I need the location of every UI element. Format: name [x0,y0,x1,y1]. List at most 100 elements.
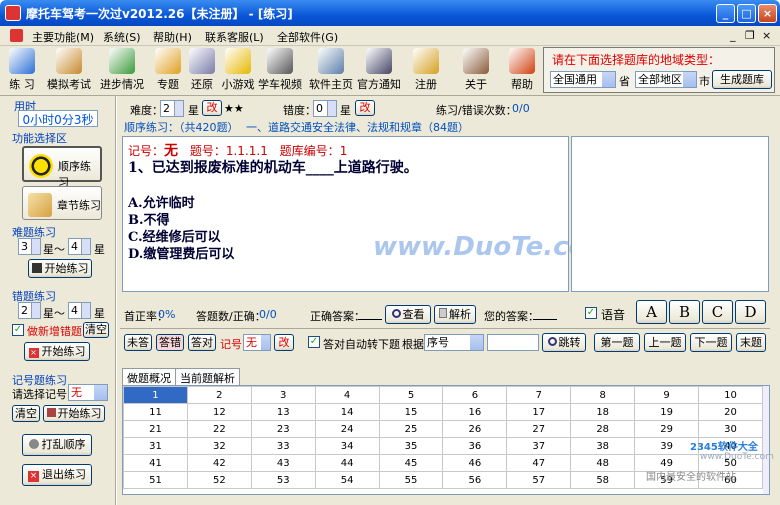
change-difficulty-button[interactable]: 改 [202,100,222,116]
next-question-button[interactable]: 下一题 [690,333,732,352]
question-cell[interactable]: 32 [186,437,252,455]
jump-button[interactable]: 跳转 [542,333,586,352]
start-difficulty-practice-button[interactable]: 开始练习 [28,259,92,278]
jump-input[interactable] [487,334,539,351]
question-cell[interactable]: 20 [698,403,763,421]
add-wrong-checkbox[interactable]: ✓ [12,324,24,336]
toolbar-video[interactable]: 学车视频 [258,48,302,94]
toolbar-about[interactable]: 关于 [462,48,490,94]
question-cell[interactable]: 39 [634,437,700,455]
question-cell[interactable]: 30 [698,420,763,438]
wrong-to-spinner[interactable]: 4 [68,302,91,319]
last-question-button[interactable]: 末题 [736,333,766,352]
menu-main[interactable]: 主要功能(M) [32,29,94,45]
change-mark-button[interactable]: 改 [274,334,294,351]
question-cell[interactable]: 42 [186,454,252,472]
question-cell[interactable]: 52 [186,471,252,489]
filter-wrong-button[interactable]: 答错 [156,334,184,351]
question-cell[interactable]: 48 [570,454,636,472]
question-cell[interactable]: 19 [634,403,700,421]
question-cell[interactable]: 16 [442,403,508,421]
answer-d-button[interactable]: D [735,300,766,324]
question-cell[interactable]: 56 [442,471,508,489]
question-cell[interactable]: 44 [314,454,380,472]
mdi-restore[interactable]: ❐ [745,29,755,42]
answer-c-button[interactable]: C [702,300,733,324]
start-mark-practice-button[interactable]: 开始练习 [43,405,105,422]
toolbar-help[interactable]: 帮助 [508,48,536,94]
question-cell[interactable]: 47 [506,454,572,472]
mdi-minimize[interactable]: _ [730,29,736,42]
shuffle-button[interactable]: 打乱顺序 [22,434,92,456]
question-cell[interactable]: 53 [250,471,316,489]
question-cell[interactable]: 24 [314,420,380,438]
question-cell[interactable]: 15 [378,403,444,421]
question-cell[interactable]: 3 [250,386,316,404]
answer-b-button[interactable]: B [669,300,700,324]
filter-unanswered-button[interactable]: 未答 [124,334,152,351]
wrong-from-spinner[interactable]: 2 [18,302,41,319]
question-cell[interactable]: 54 [314,471,380,489]
mark-select[interactable]: 无 [68,384,108,401]
question-cell[interactable]: 8 [570,386,636,404]
question-cell[interactable]: 41 [123,454,188,472]
menu-help[interactable]: 帮助(H) [153,29,192,45]
voice-checkbox[interactable]: ✓ [585,307,597,319]
question-cell[interactable]: 33 [250,437,316,455]
question-cell[interactable]: 45 [378,454,444,472]
minimize-button[interactable]: _ [716,4,735,23]
city-select[interactable]: 全部地区 [635,71,697,88]
question-cell[interactable]: 35 [378,437,444,455]
menu-all-software[interactable]: 全部软件(G) [277,29,338,45]
question-cell[interactable]: 14 [314,403,380,421]
question-cell[interactable]: 43 [250,454,316,472]
question-cell[interactable]: 5 [378,386,444,404]
generate-bank-button[interactable]: 生成题库 [712,70,772,89]
question-cell[interactable]: 18 [570,403,636,421]
answer-a-button[interactable]: A [636,300,667,324]
question-cell[interactable]: 37 [506,437,572,455]
maximize-button[interactable]: □ [737,4,756,23]
question-cell[interactable]: 38 [570,437,636,455]
question-cell[interactable]: 11 [123,403,188,421]
question-cell[interactable]: 51 [123,471,188,489]
question-cell[interactable]: 2 [186,386,252,404]
question-cell[interactable]: 1 [123,386,188,404]
question-cell[interactable]: 22 [186,420,252,438]
start-wrong-practice-button[interactable]: × 开始练习 [24,342,90,361]
view-answer-button[interactable]: 查看 [385,305,431,324]
toolbar-progress[interactable]: 进步情况 [98,48,146,94]
toolbar-notice[interactable]: 官方通知 [356,48,402,94]
question-cell[interactable]: 9 [634,386,700,404]
question-cell[interactable]: 58 [570,471,636,489]
prev-question-button[interactable]: 上一题 [644,333,686,352]
question-cell[interactable]: 13 [250,403,316,421]
menu-contact[interactable]: 联系客服(L) [205,29,264,45]
toolbar-exam[interactable]: 模拟考试 [46,48,92,94]
close-button[interactable]: × [758,4,777,23]
chapter-practice-button[interactable]: 章节练习 [22,186,102,220]
clear-wrong-button[interactable]: 清空 [83,322,109,338]
toolbar-register[interactable]: 注册 [412,48,440,94]
toolbar-practice[interactable]: 练 习 [4,48,40,94]
question-cell[interactable]: 7 [506,386,572,404]
toolbar-topic[interactable]: 专题 [154,48,182,94]
error-degree-spinner[interactable]: 0 [313,100,337,117]
tab-overview[interactable]: 做题概况 [122,368,176,385]
question-cell[interactable]: 57 [506,471,572,489]
difficulty-spinner[interactable]: 2 [160,100,184,117]
question-cell[interactable]: 29 [634,420,700,438]
first-question-button[interactable]: 第一题 [594,333,640,352]
question-cell[interactable]: 21 [123,420,188,438]
question-cell[interactable]: 10 [698,386,763,404]
explain-button[interactable]: 解析 [434,305,476,324]
question-cell[interactable]: 26 [442,420,508,438]
difficulty-to-spinner[interactable]: 4 [68,238,91,255]
question-cell[interactable]: 6 [442,386,508,404]
question-cell[interactable]: 12 [186,403,252,421]
question-cell[interactable]: 31 [123,437,188,455]
toolbar-homepage[interactable]: 软件主页 [308,48,354,94]
toolbar-restore[interactable]: 还原 [188,48,216,94]
exit-practice-button[interactable]: × 退出练习 [22,464,92,486]
clear-mark-button[interactable]: 清空 [12,405,40,422]
